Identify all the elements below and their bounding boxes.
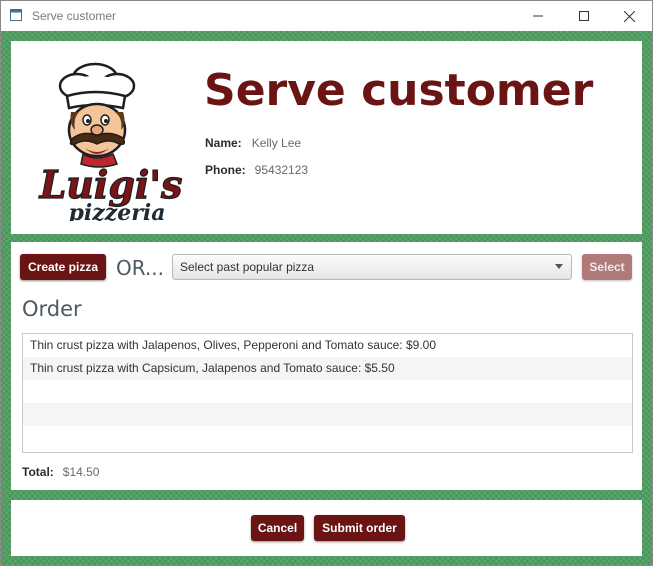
past-pizza-select[interactable]: Select past popular pizza xyxy=(172,254,572,280)
app-window-icon xyxy=(10,9,22,21)
select-button[interactable]: Select xyxy=(582,254,632,280)
content-area: Luigi's pizzeria Serve customer Name: Kel… xyxy=(1,31,652,565)
order-total-row: Total: $14.50 xyxy=(22,465,99,479)
actions-panel: Cancel Submit order xyxy=(11,500,642,556)
name-value: Kelly Lee xyxy=(251,136,302,150)
name-label: Name: xyxy=(205,136,242,150)
empty-list-row xyxy=(23,426,632,449)
title-bar: Serve customer xyxy=(1,1,652,31)
order-panel: Create pizza OR... Select past popular p… xyxy=(11,242,642,490)
customer-name-row: Name: Kelly Lee xyxy=(205,136,301,150)
total-label: Total: xyxy=(22,465,54,479)
maximize-button[interactable] xyxy=(561,1,607,31)
past-pizza-select-value: Select past popular pizza xyxy=(180,260,315,274)
or-separator: OR... xyxy=(116,256,164,280)
cancel-button[interactable]: Cancel xyxy=(251,515,304,541)
close-button[interactable] xyxy=(606,1,652,31)
empty-list-row xyxy=(23,380,632,403)
customer-phone-row: Phone: 95432123 xyxy=(205,163,308,177)
order-list[interactable]: Thin crust pizza with Jalapenos, Olives,… xyxy=(22,333,633,453)
customer-header-panel: Luigi's pizzeria Serve customer Name: Kel… xyxy=(11,41,642,234)
minimize-button[interactable] xyxy=(515,1,561,31)
create-pizza-button[interactable]: Create pizza xyxy=(20,254,106,280)
close-icon xyxy=(623,10,635,22)
chef-hat xyxy=(58,62,136,110)
logo-subtitle-text: pizzeria xyxy=(69,200,166,221)
total-value: $14.50 xyxy=(62,465,100,479)
chevron-down-icon xyxy=(555,264,563,269)
luigis-pizzeria-logo: Luigi's pizzeria xyxy=(38,62,183,221)
window-title: Serve customer xyxy=(32,9,117,23)
chef-face xyxy=(67,102,127,158)
phone-value: 95432123 xyxy=(254,163,309,177)
minimize-icon xyxy=(533,15,543,17)
list-item[interactable]: Thin crust pizza with Capsicum, Jalapeno… xyxy=(23,357,632,380)
list-item[interactable]: Thin crust pizza with Jalapenos, Olives,… xyxy=(23,334,632,357)
app-window: Serve customer Luigi's pizzeria Serve cu… xyxy=(0,0,653,566)
empty-list-row xyxy=(23,403,632,426)
maximize-icon xyxy=(579,11,589,21)
order-heading: Order xyxy=(22,297,82,321)
phone-label: Phone: xyxy=(205,163,246,177)
submit-order-button[interactable]: Submit order xyxy=(314,515,405,541)
page-title: Serve customer xyxy=(204,65,594,116)
